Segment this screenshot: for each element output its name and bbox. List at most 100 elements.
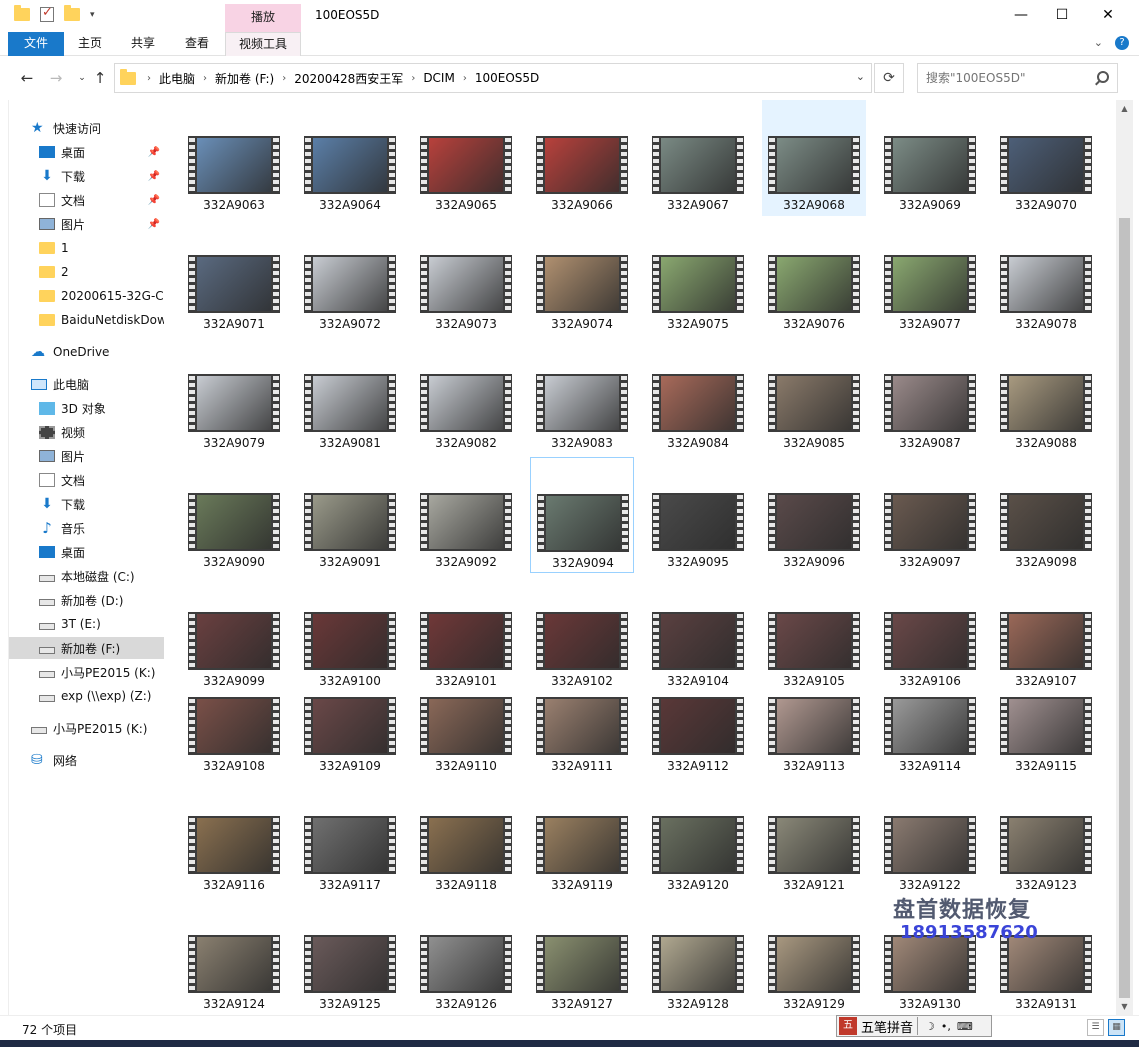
file-name[interactable]: 332A9130	[878, 997, 982, 1011]
sidebar-item[interactable]: 图片 📌	[9, 213, 164, 235]
file-tile[interactable]: 332A9108	[182, 661, 286, 777]
sidebar-item[interactable]: ☁ OneDrive	[9, 341, 164, 363]
video-thumbnail[interactable]	[884, 374, 976, 432]
vertical-scrollbar[interactable]: ▲ ▼	[1116, 100, 1133, 1015]
file-name[interactable]: 332A9090	[182, 555, 286, 569]
file-tile[interactable]: 332A9084	[646, 338, 750, 454]
file-name[interactable]: 332A9118	[414, 878, 518, 892]
soft-keyboard-icon[interactable]: ⌨	[957, 1020, 973, 1033]
scroll-down-arrow-icon[interactable]: ▼	[1116, 998, 1133, 1015]
file-name[interactable]: 332A9123	[994, 878, 1098, 892]
video-thumbnail[interactable]	[1000, 374, 1092, 432]
video-thumbnail[interactable]	[768, 816, 860, 874]
file-tile[interactable]: 332A9128	[646, 899, 750, 1015]
sidebar-item[interactable]: ⛁ 网络	[9, 749, 164, 771]
file-tile[interactable]: 332A9118	[414, 780, 518, 896]
file-name[interactable]: 332A9082	[414, 436, 518, 450]
tab-home[interactable]: 主页	[70, 32, 110, 56]
sidebar-item[interactable]: 本地磁盘 (C:)	[9, 565, 164, 587]
file-name[interactable]: 332A9128	[646, 997, 750, 1011]
maximize-button[interactable]: ☐	[1039, 0, 1085, 30]
file-name[interactable]: 332A9088	[994, 436, 1098, 450]
video-thumbnail[interactable]	[884, 935, 976, 993]
expand-ribbon-chevron-icon[interactable]: ⌄	[1094, 36, 1103, 50]
video-thumbnail[interactable]	[304, 255, 396, 313]
new-folder-icon[interactable]	[64, 5, 80, 21]
search-input[interactable]	[918, 64, 1088, 92]
sidebar-item[interactable]: exp (\\exp) (Z:)	[9, 685, 164, 707]
help-icon[interactable]: ?	[1115, 36, 1129, 50]
file-tile[interactable]: 332A9095	[646, 457, 750, 573]
file-tile[interactable]: 332A9121	[762, 780, 866, 896]
file-name[interactable]: 332A9067	[646, 198, 750, 212]
sidebar-item[interactable]: 新加卷 (D:)	[9, 589, 164, 611]
file-tile[interactable]: 332A9114	[878, 661, 982, 777]
crumb-drive-f[interactable]: 新加卷 (F:)	[215, 70, 274, 87]
video-thumbnail[interactable]	[536, 374, 628, 432]
file-name[interactable]: 332A9078	[994, 317, 1098, 331]
sidebar-item[interactable]: 桌面	[9, 541, 164, 563]
customize-toolbar-chevron-icon[interactable]: ▾	[90, 10, 95, 20]
video-thumbnail[interactable]	[304, 136, 396, 194]
file-tile[interactable]: 332A9090	[182, 457, 286, 573]
file-name[interactable]: 332A9074	[530, 317, 634, 331]
file-name[interactable]: 332A9122	[878, 878, 982, 892]
file-name[interactable]: 332A9125	[298, 997, 402, 1011]
video-thumbnail[interactable]	[304, 697, 396, 755]
tab-video-tools[interactable]: 视频工具	[225, 32, 301, 56]
half-width-icon[interactable]: ☽	[925, 1020, 935, 1033]
close-button[interactable]: ✕	[1085, 0, 1131, 30]
file-tile[interactable]: 332A9075	[646, 219, 750, 335]
video-thumbnail[interactable]	[884, 493, 976, 551]
sidebar-item[interactable]: 此电脑	[9, 373, 164, 395]
video-thumbnail[interactable]	[652, 697, 744, 755]
search-box[interactable]	[917, 63, 1118, 93]
refresh-button[interactable]: ⟳	[874, 63, 904, 93]
file-name[interactable]: 332A9083	[530, 436, 634, 450]
video-thumbnail[interactable]	[652, 493, 744, 551]
sidebar-item[interactable]: 3D 对象	[9, 397, 164, 419]
file-tile[interactable]: 332A9068	[762, 100, 866, 216]
video-thumbnail[interactable]	[884, 255, 976, 313]
video-thumbnail[interactable]	[420, 255, 512, 313]
video-thumbnail[interactable]	[1000, 816, 1092, 874]
tab-file[interactable]: 文件	[8, 32, 64, 56]
video-thumbnail[interactable]	[768, 136, 860, 194]
file-tile[interactable]: 332A9126	[414, 899, 518, 1015]
file-name[interactable]: 332A9069	[878, 198, 982, 212]
sidebar-item[interactable]: ★ 快速访问	[9, 117, 164, 139]
ime-mode-label[interactable]: 五笔拼音	[861, 1017, 913, 1036]
file-tile[interactable]: 332A9096	[762, 457, 866, 573]
video-thumbnail[interactable]	[420, 697, 512, 755]
minimize-button[interactable]: —	[998, 0, 1044, 30]
file-name[interactable]: 332A9121	[762, 878, 866, 892]
video-thumbnail[interactable]	[188, 374, 280, 432]
file-name[interactable]: 332A9109	[298, 759, 402, 773]
file-name[interactable]: 332A9096	[762, 555, 866, 569]
file-tile[interactable]: 332A9064	[298, 100, 402, 216]
crumb-this-pc[interactable]: 此电脑	[159, 70, 195, 87]
video-thumbnail[interactable]	[536, 697, 628, 755]
sidebar-item[interactable]: ⬇ 下载	[9, 493, 164, 515]
file-name[interactable]: 332A9110	[414, 759, 518, 773]
video-thumbnail[interactable]	[420, 816, 512, 874]
file-name[interactable]: 332A9112	[646, 759, 750, 773]
file-tile[interactable]: 332A9081	[298, 338, 402, 454]
details-view-icon[interactable]: ☰	[1087, 1019, 1104, 1036]
file-name[interactable]: 332A9095	[646, 555, 750, 569]
pin-icon[interactable]: 📌	[148, 195, 160, 206]
video-thumbnail[interactable]	[536, 136, 628, 194]
file-tile[interactable]: 332A9087	[878, 338, 982, 454]
file-name[interactable]: 332A9119	[530, 878, 634, 892]
file-name[interactable]: 332A9072	[298, 317, 402, 331]
file-tile[interactable]: 332A9067	[646, 100, 750, 216]
file-tile[interactable]: 332A9120	[646, 780, 750, 896]
file-tile[interactable]: 332A9085	[762, 338, 866, 454]
address-dropdown-chevron-icon[interactable]: ⌄	[856, 70, 865, 83]
video-thumbnail[interactable]	[188, 697, 280, 755]
video-thumbnail[interactable]	[652, 255, 744, 313]
file-tile[interactable]: 332A9069	[878, 100, 982, 216]
file-tile[interactable]: 332A9113	[762, 661, 866, 777]
file-tile[interactable]: 332A9097	[878, 457, 982, 573]
file-tile[interactable]: 332A9078	[994, 219, 1098, 335]
